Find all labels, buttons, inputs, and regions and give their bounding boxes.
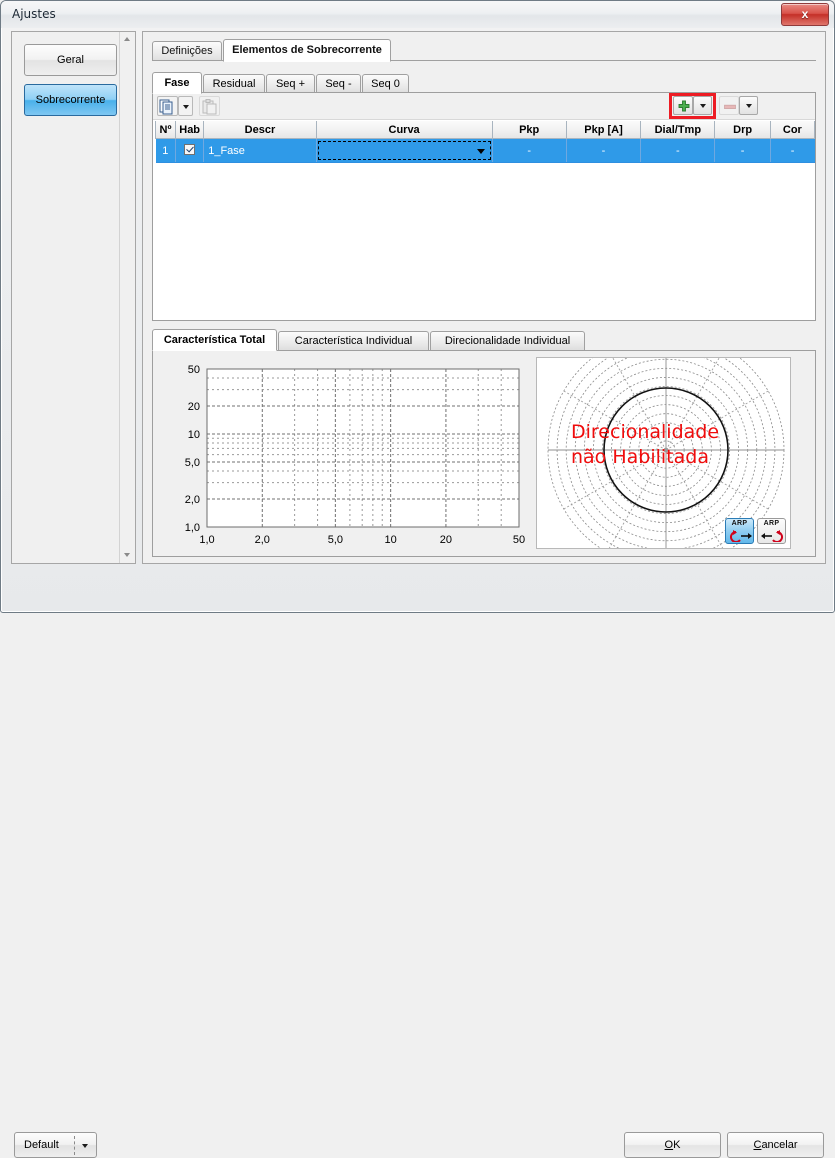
column-header-descr[interactable]: Descr [203, 121, 317, 139]
chart-tabstrip: Característica Total Característica Indi… [152, 329, 816, 351]
tab-definicoes[interactable]: Definições [152, 41, 222, 61]
main-panel: Definições Elementos de Sobrecorrente Fa… [142, 31, 826, 564]
tab-residual[interactable]: Residual [203, 74, 265, 93]
ok-button[interactable]: OK [624, 1132, 721, 1158]
column-header-drp[interactable]: Drp [714, 121, 771, 139]
cell-dial-tmp[interactable]: - [640, 138, 716, 163]
elements-grid-panel: Nº Hab Descr Curva Pkp Pkp [A] Dial/Tmp … [152, 92, 816, 321]
svg-text:10: 10 [385, 534, 397, 546]
arp-rotate-left-icon[interactable]: ARP [725, 518, 754, 544]
remove-dropdown-chevron-down-icon[interactable] [739, 96, 758, 115]
cell-pkp[interactable]: - [492, 138, 567, 163]
outer-tabstrip: Definições Elementos de Sobrecorrente [152, 39, 816, 62]
table-header-row: Nº Hab Descr Curva Pkp Pkp [A] Dial/Tmp … [154, 121, 816, 139]
svg-text:2,0: 2,0 [255, 534, 270, 546]
tab-caracteristica-total[interactable]: Característica Total [152, 329, 277, 351]
add-element-plus-icon[interactable] [673, 96, 693, 115]
column-header-cor[interactable]: Cor [769, 121, 816, 139]
tab-elementos-de-sobrecorrente[interactable]: Elementos de Sobrecorrente [223, 39, 391, 62]
tab-direcionalidade-individual[interactable]: Direcionalidade Individual [430, 331, 585, 350]
settings-dialog-window: Ajustes x Geral Sobrecorrente Definições… [0, 0, 835, 1158]
cell-hab-checkbox[interactable] [175, 138, 205, 163]
window-title: Ajustes [12, 7, 56, 21]
copy-dropdown-chevron-down-icon[interactable] [178, 96, 193, 116]
column-header-hab[interactable]: Hab [175, 121, 205, 139]
scroll-down-arrow-icon[interactable] [120, 548, 135, 563]
arp-rotate-right-icon[interactable]: ARP [757, 518, 786, 544]
sidebar-item-sobrecorrente[interactable]: Sobrecorrente [24, 84, 117, 116]
cell-cor[interactable]: - [770, 138, 815, 163]
cell-curva[interactable] [316, 138, 493, 163]
curva-dropdown[interactable] [317, 141, 491, 160]
svg-text:1,0: 1,0 [185, 522, 200, 534]
dialog-footer: Default OK Cancelar [1, 564, 835, 1158]
svg-text:5,0: 5,0 [185, 457, 200, 469]
cancel-rest-label: ancelar [761, 1139, 798, 1151]
arp-left-label: ARP [731, 520, 748, 527]
paste-icon [199, 96, 220, 116]
add-dropdown-chevron-down-icon[interactable] [693, 96, 712, 115]
close-icon[interactable]: x [781, 3, 829, 26]
cell-pkp-a[interactable]: - [566, 138, 642, 163]
tab-fase[interactable]: Fase [152, 72, 202, 94]
ok-rest-label: K [673, 1139, 681, 1151]
cell-descr[interactable]: 1_Fase [203, 138, 317, 163]
tab-seq-minus[interactable]: Seq - [316, 74, 361, 93]
hab-checkbox-icon[interactable] [184, 144, 196, 155]
svg-text:1,0: 1,0 [199, 534, 214, 546]
tab-caracteristica-individual[interactable]: Característica Individual [278, 331, 429, 350]
scroll-up-arrow-icon[interactable] [120, 32, 135, 47]
default-chevron-down-icon [82, 1144, 88, 1148]
tab-seq-zero[interactable]: Seq 0 [362, 74, 409, 93]
title-bar: Ajustes x [1, 1, 834, 28]
svg-text:20: 20 [188, 401, 200, 413]
curva-chevron-down-icon [476, 149, 485, 154]
sidebar-item-geral[interactable]: Geral [24, 44, 117, 76]
cancel-accel-letter: C [753, 1139, 762, 1151]
ok-accel-letter: O [664, 1139, 674, 1151]
svg-text:20: 20 [440, 534, 452, 546]
svg-text:2,0: 2,0 [185, 494, 200, 506]
characteristic-section: Característica Total Característica Indi… [152, 329, 816, 557]
column-header-curva[interactable]: Curva [315, 121, 493, 139]
column-header-num[interactable]: Nº [154, 121, 177, 139]
table-row[interactable]: 1 1_Fase - - - - - [155, 138, 815, 163]
svg-text:5,0: 5,0 [328, 534, 343, 546]
cell-num: 1 [155, 138, 177, 163]
sidebar: Geral Sobrecorrente [11, 31, 136, 564]
arp-right-label: ARP [763, 520, 780, 527]
grid-toolbar [153, 93, 815, 120]
svg-text:10: 10 [188, 429, 200, 441]
directional-polar-chart[interactable]: Direcionalidade não Habilitada ARP ARP [536, 357, 791, 549]
inner-tabstrip: Fase Residual Seq + Seq - Seq 0 [152, 72, 816, 94]
chart-panel: 1,0 2,0 5,0 10 20 50 1,0 2,0 5,0 10 20 50 Direciona… [152, 350, 816, 557]
copy-icon[interactable] [157, 96, 178, 116]
svg-text:50: 50 [188, 364, 200, 376]
sidebar-scrollbar[interactable] [119, 32, 135, 563]
cell-drp[interactable]: - [714, 138, 771, 163]
remove-element-minus-icon [719, 96, 739, 115]
elements-table: Nº Hab Descr Curva Pkp Pkp [A] Dial/Tmp … [154, 121, 816, 163]
loglog-plot-svg: 1,0 2,0 5,0 10 20 50 1,0 2,0 5,0 10 20 50 [185, 364, 525, 546]
cancel-button[interactable]: Cancelar [727, 1132, 824, 1158]
column-header-dial-tmp[interactable]: Dial/Tmp [640, 121, 716, 139]
column-header-pkp[interactable]: Pkp [491, 121, 567, 139]
default-profile-label: Default [24, 1139, 59, 1151]
tab-seq-plus[interactable]: Seq + [266, 74, 315, 93]
default-profile-dropdown[interactable]: Default [14, 1132, 97, 1158]
svg-text:50: 50 [513, 534, 525, 546]
column-header-pkp-a[interactable]: Pkp [A] [565, 121, 642, 139]
time-current-chart[interactable]: 1,0 2,0 5,0 10 20 50 1,0 2,0 5,0 10 20 50 [161, 357, 529, 549]
